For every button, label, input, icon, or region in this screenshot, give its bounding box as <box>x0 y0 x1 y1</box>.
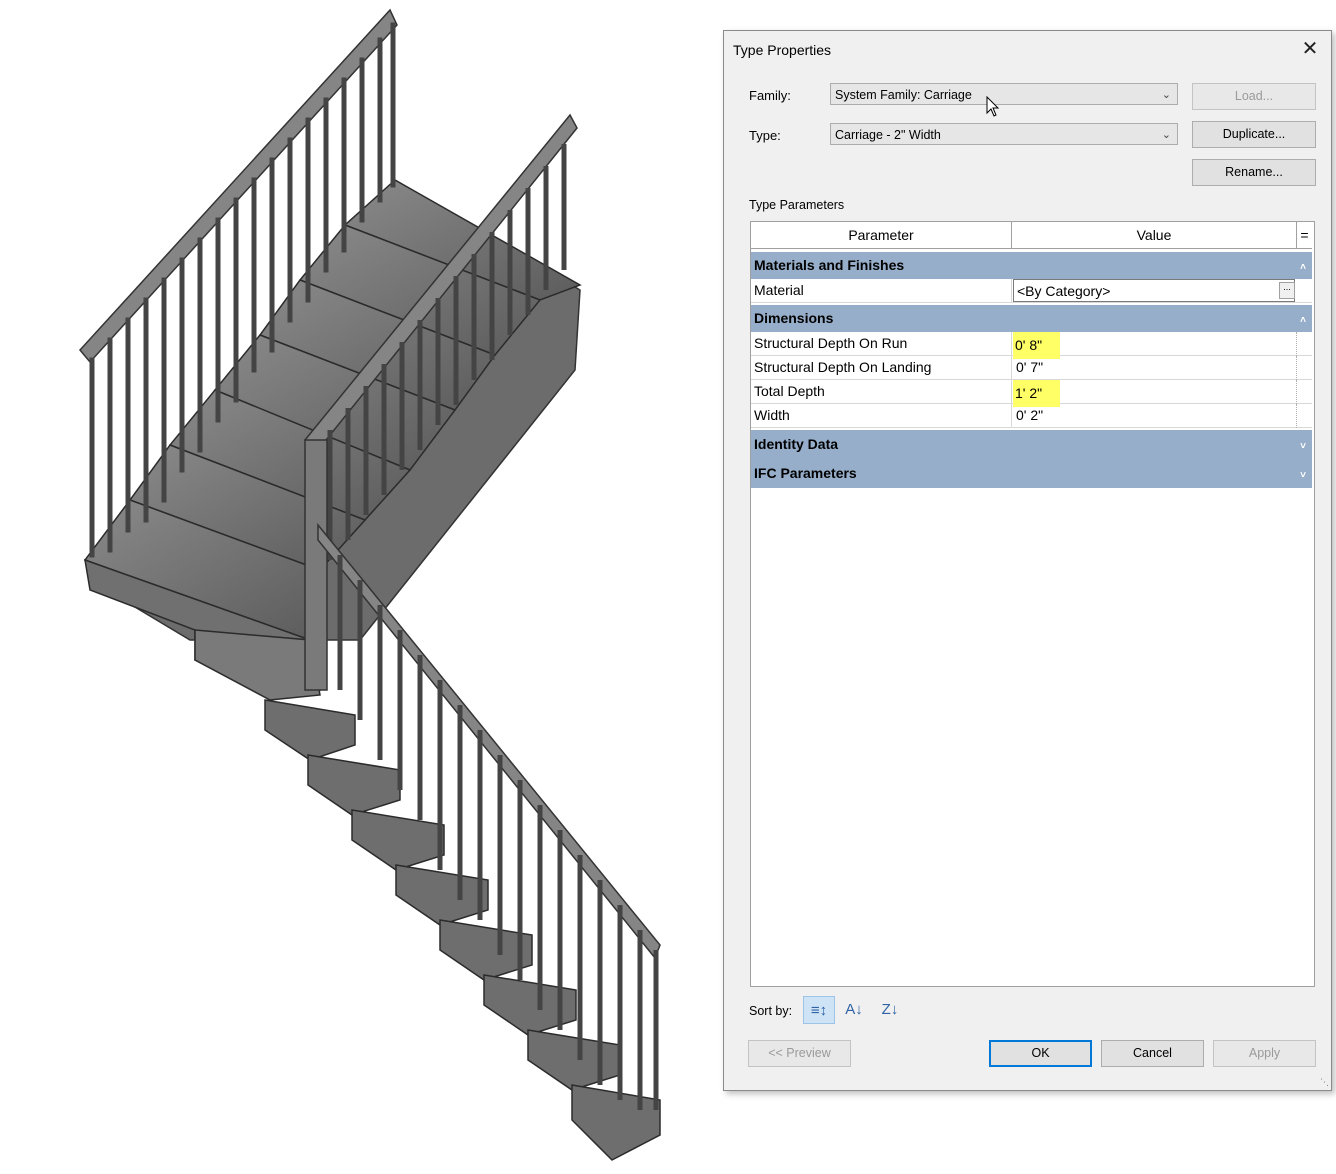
chevron-down-icon: ⌄ <box>1161 89 1171 101</box>
type-value: Carriage - 2" Width <box>835 128 941 142</box>
expand-icon[interactable]: ˅ <box>1300 432 1306 461</box>
family-dropdown[interactable]: System Family: Carriage ⌄ <box>830 83 1178 105</box>
sort-ascending-icon[interactable]: A↓ <box>838 996 870 1024</box>
group-ifc-parameters[interactable]: IFC Parameters ˅ <box>751 459 1312 488</box>
mouse-cursor-icon <box>986 96 1000 117</box>
param-name: Structural Depth On Landing <box>754 359 932 375</box>
param-name: Material <box>754 282 804 298</box>
param-value[interactable]: 0' 2" <box>1013 404 1295 427</box>
param-name: Width <box>754 407 790 423</box>
param-value[interactable]: 0' 8" <box>1013 332 1295 359</box>
family-value: System Family: Carriage <box>835 88 972 102</box>
group-label: IFC Parameters <box>754 465 857 481</box>
group-dimensions[interactable]: Dimensions ˄ <box>751 305 1312 332</box>
sort-by-label: Sort by: <box>749 1004 793 1018</box>
param-value[interactable]: 1' 2" <box>1013 380 1295 407</box>
material-value-field[interactable]: <By Category> <box>1013 279 1295 302</box>
cancel-button[interactable]: Cancel <box>1101 1040 1204 1067</box>
collapse-icon[interactable]: ˄ <box>1300 254 1306 281</box>
sort-grouped-icon[interactable]: ≡↕ <box>803 996 835 1024</box>
expand-icon[interactable]: ˅ <box>1300 461 1306 490</box>
group-materials-and-finishes[interactable]: Materials and Finishes ˄ <box>751 252 1312 279</box>
type-label: Type: <box>749 128 781 143</box>
preview-button[interactable]: << Preview <box>748 1040 851 1067</box>
type-dropdown[interactable]: Carriage - 2" Width ⌄ <box>830 123 1178 145</box>
param-row-width[interactable]: Width 0' 2" <box>751 404 1312 428</box>
param-name: Structural Depth On Run <box>754 335 908 351</box>
rename-button[interactable]: Rename... <box>1192 159 1316 186</box>
stair-3d-view <box>79 8 661 1161</box>
family-label: Family: <box>749 88 791 103</box>
group-label: Dimensions <box>754 310 834 326</box>
type-parameters-label: Type Parameters <box>749 198 845 212</box>
column-header-value[interactable]: Value <box>1012 222 1297 249</box>
duplicate-button[interactable]: Duplicate... <box>1192 121 1316 148</box>
param-row-material[interactable]: Material <By Category> ... <box>751 279 1312 303</box>
type-properties-dialog: Type Properties ✕ Family: System Family:… <box>723 30 1332 1091</box>
sort-descending-icon[interactable]: Z↓ <box>874 996 906 1024</box>
chevron-down-icon: ⌄ <box>1161 129 1171 141</box>
browse-button[interactable]: ... <box>1279 282 1295 299</box>
column-header-equals[interactable]: = <box>1297 222 1312 249</box>
param-row-structural-depth-on-run[interactable]: Structural Depth On Run 0' 8" <box>751 332 1312 359</box>
group-identity-data[interactable]: Identity Data ˅ <box>751 430 1312 459</box>
load-button[interactable]: Load... <box>1192 83 1316 110</box>
highlighted-value: 1' 2" <box>1013 380 1061 407</box>
apply-button[interactable]: Apply <box>1213 1040 1316 1067</box>
parameters-grid: Parameter Value = Materials and Finishes… <box>750 221 1315 987</box>
param-name: Total Depth <box>754 383 825 399</box>
group-label: Materials and Finishes <box>754 257 905 273</box>
highlighted-value: 0' 8" <box>1013 332 1061 359</box>
close-icon[interactable]: ✕ <box>1297 37 1323 63</box>
ok-button[interactable]: OK <box>989 1040 1092 1067</box>
param-value[interactable]: 0' 7" <box>1013 356 1295 379</box>
dialog-title: Type Properties <box>733 42 832 58</box>
column-header-parameter[interactable]: Parameter <box>751 222 1012 249</box>
param-row-total-depth[interactable]: Total Depth 1' 2" <box>751 380 1312 407</box>
group-label: Identity Data <box>754 436 839 452</box>
resize-grip-icon[interactable]: ⋱ <box>1320 1077 1329 1088</box>
param-row-structural-depth-on-landing[interactable]: Structural Depth On Landing 0' 7" <box>751 356 1312 380</box>
collapse-icon[interactable]: ˄ <box>1300 307 1306 334</box>
